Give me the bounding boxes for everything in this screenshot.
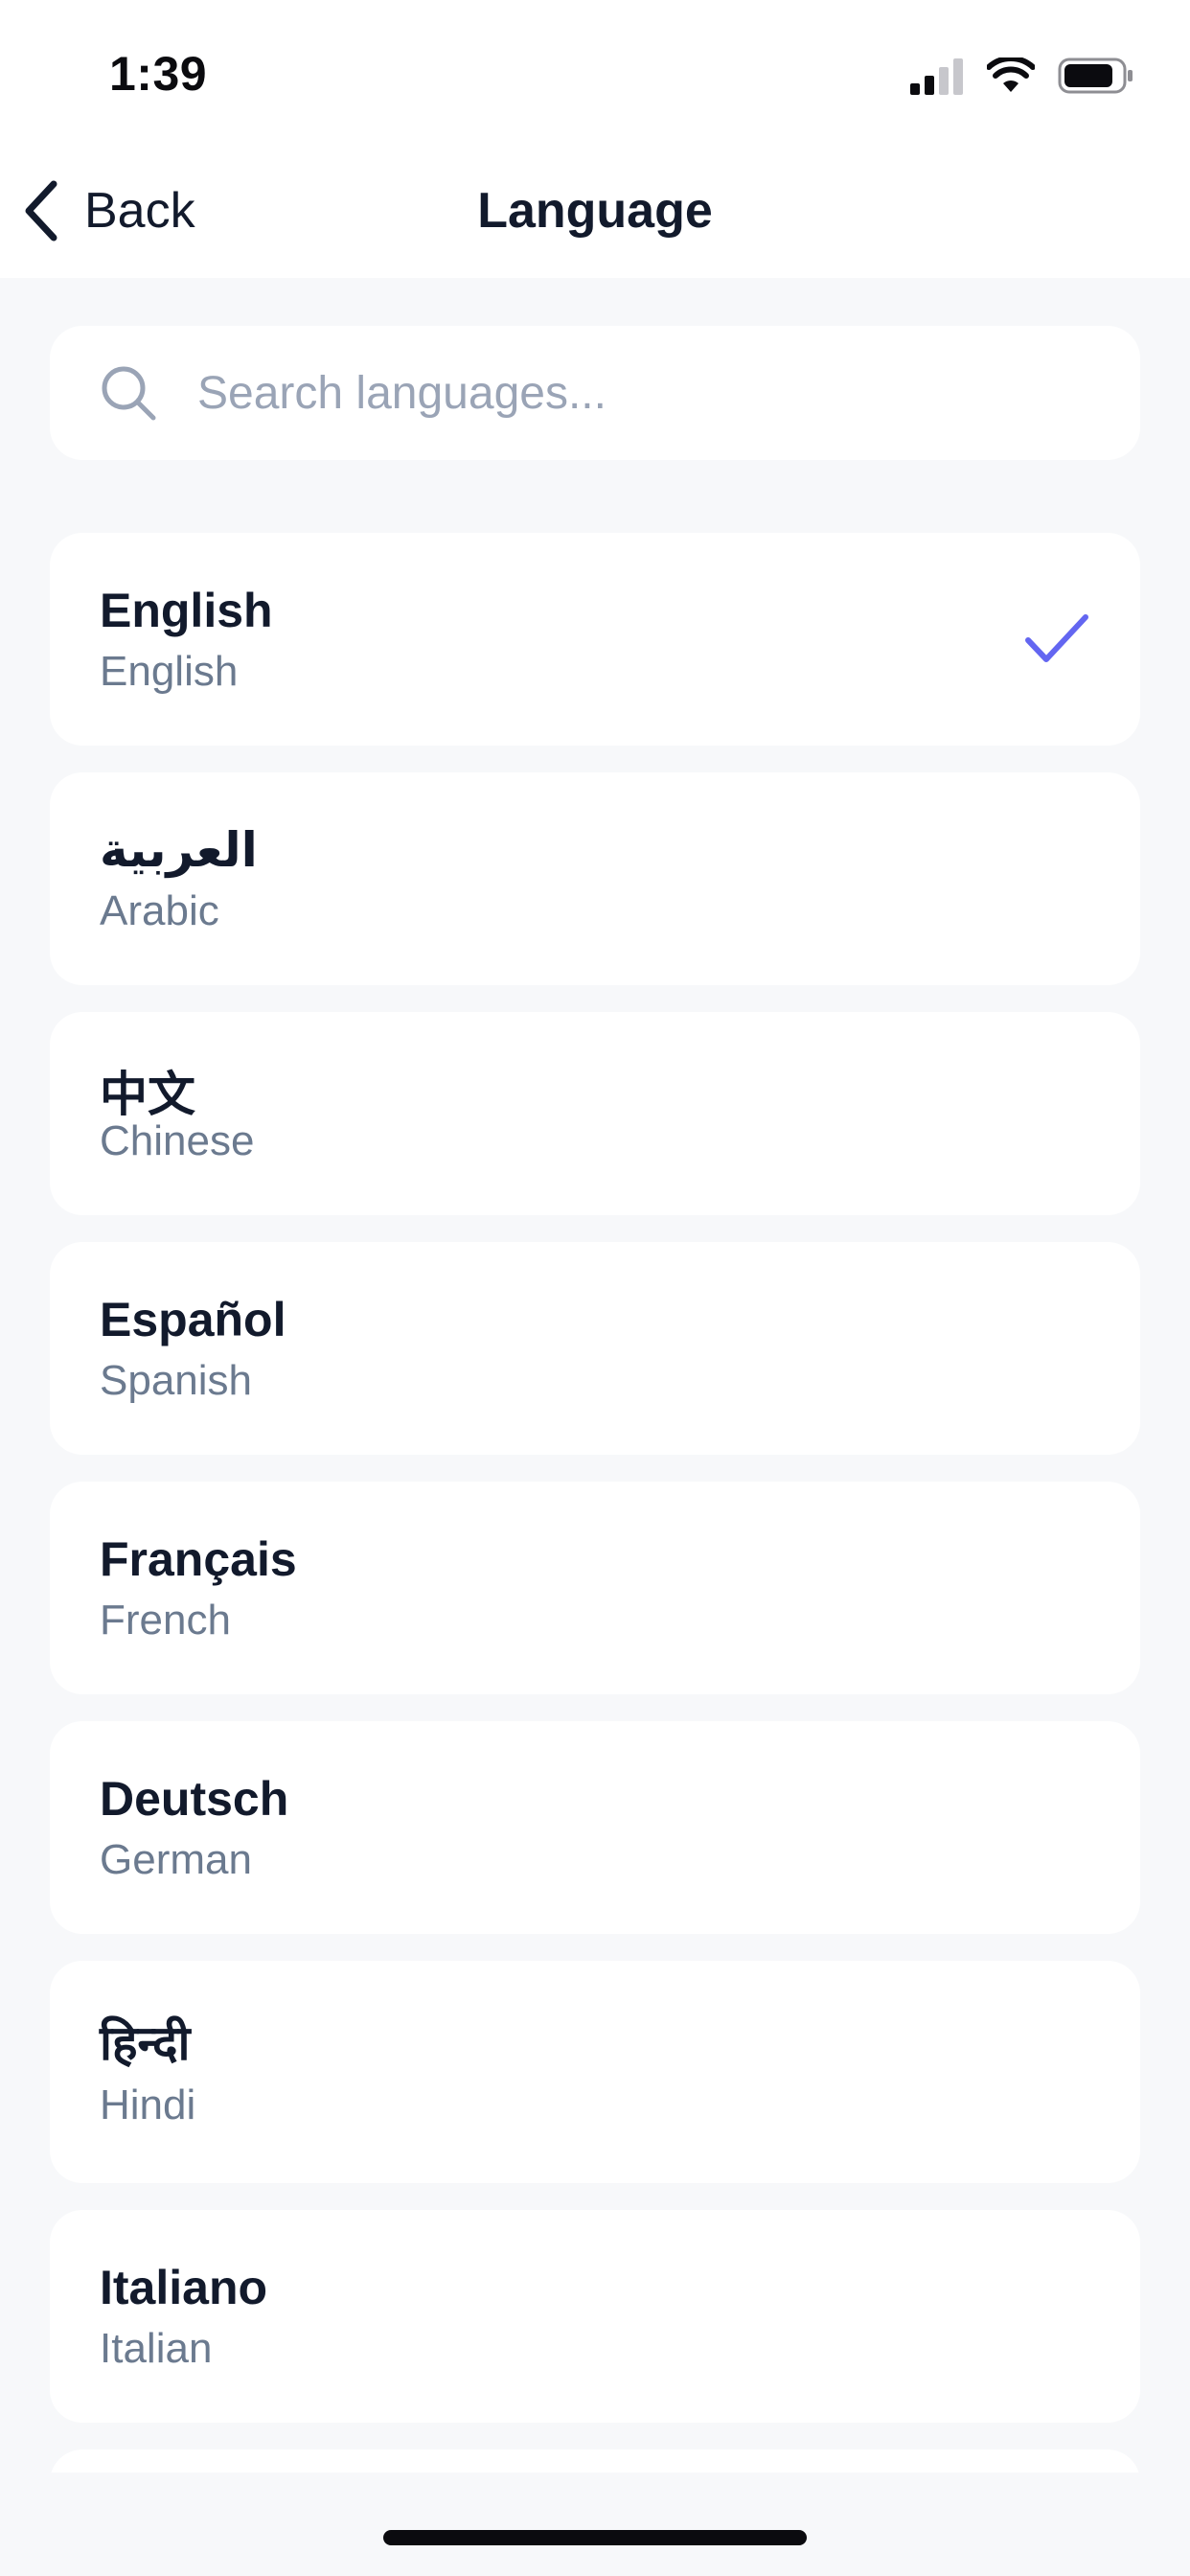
search-box[interactable]: [50, 326, 1140, 460]
home-indicator: [383, 2530, 807, 2545]
language-english-name: Chinese: [100, 1117, 255, 1164]
language-native-name: Español: [100, 1293, 286, 1346]
language-native-name: English: [100, 584, 273, 637]
language-item-french[interactable]: Français French: [50, 1482, 1140, 1694]
language-native-name: हिन्दी: [100, 2016, 191, 2070]
language-english-name: Spanish: [100, 1357, 253, 1404]
status-icons: [910, 54, 1134, 98]
language-native-name: 中文: [100, 1068, 195, 1121]
language-native-name: Deutsch: [100, 1772, 289, 1826]
language-item-english[interactable]: English English: [50, 533, 1140, 746]
status-time: 1:39: [109, 47, 208, 101]
cellular-signal-icon: [910, 58, 963, 95]
nav-bar: Back Language: [0, 144, 1190, 278]
page-title: Language: [477, 183, 713, 239]
language-native-name: Français: [100, 1532, 297, 1586]
search-input[interactable]: [197, 366, 1060, 420]
search-icon: [102, 366, 156, 421]
language-item-arabic[interactable]: العربية Arabic: [50, 772, 1140, 985]
status-bar: 1:39: [0, 0, 1190, 144]
language-english-name: Hindi: [100, 2082, 196, 2128]
wifi-icon: [987, 58, 1035, 92]
check-icon: [1025, 614, 1088, 662]
language-item-next-partial[interactable]: [50, 2450, 1140, 2472]
battery-icon: [1058, 58, 1133, 94]
language-item-hindi[interactable]: हिन्दी Hindi: [50, 1961, 1140, 2183]
language-english-name: Italian: [100, 2325, 213, 2372]
language-list: English English العربية Arabic 中文 Chines…: [50, 533, 1140, 2472]
language-english-name: Arabic: [100, 887, 219, 934]
language-native-name: العربية: [100, 823, 258, 877]
language-item-italian[interactable]: Italiano Italian: [50, 2210, 1140, 2423]
language-english-name: English: [100, 648, 239, 695]
language-english-name: French: [100, 1597, 231, 1644]
language-native-name: Italiano: [100, 2261, 268, 2314]
language-item-spanish[interactable]: Español Spanish: [50, 1242, 1140, 1455]
language-item-chinese[interactable]: 中文 Chinese: [50, 1012, 1140, 1215]
language-english-name: German: [100, 1836, 252, 1883]
language-item-german[interactable]: Deutsch German: [50, 1721, 1140, 1934]
